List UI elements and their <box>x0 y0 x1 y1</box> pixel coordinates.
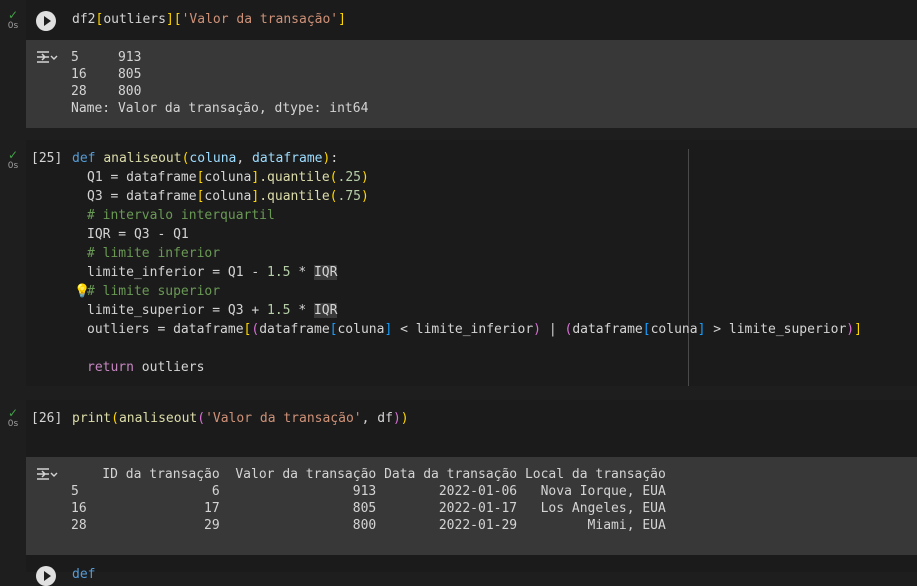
code-comment[interactable]: # limite superior <box>87 282 220 301</box>
output-line: Name: Valor da transação, dtype: int64 <box>71 101 369 116</box>
code-line[interactable]: IQR = Q3 - Q1 <box>87 225 189 244</box>
code-line[interactable]: Q1 = dataframe[coluna].quantile(.25) <box>87 168 369 187</box>
code-line[interactable]: def analiseout(coluna, dataframe): <box>72 149 338 168</box>
exec-time: 0s <box>7 419 19 429</box>
code-line[interactable]: limite_inferior = Q1 - 1.5 * IQR <box>87 263 338 282</box>
code-cell-1[interactable]: df2[outliers]['Valor da transação'] <box>26 0 917 40</box>
cell3-status: ✓ 0s <box>0 407 26 429</box>
output-toggle-icon[interactable] <box>36 467 58 481</box>
output-cell-1: 5 913 16 805 28 800 Name: Valor da trans… <box>26 40 917 128</box>
code-line[interactable]: def <box>72 565 95 584</box>
exec-count: [25] <box>31 151 63 166</box>
code-cell-4[interactable]: def <box>26 555 917 586</box>
success-check-icon: ✓ <box>7 148 19 162</box>
exec-time: 0s <box>7 21 19 31</box>
exec-count: [26] <box>31 411 63 426</box>
code-line[interactable]: Q3 = dataframe[coluna].quantile(.75) <box>87 187 369 206</box>
var-token: outliers <box>103 12 166 27</box>
code-line[interactable]: outliers = dataframe[(dataframe[coluna] … <box>87 320 862 339</box>
code-comment[interactable]: # limite inferior <box>87 244 220 263</box>
success-check-icon: ✓ <box>7 8 19 22</box>
exec-time: 0s <box>7 161 19 171</box>
cell1-status: ✓ 0s <box>0 9 26 31</box>
run-cell-button[interactable] <box>36 566 56 586</box>
cell2-status: ✓ 0s <box>0 149 26 171</box>
output-toggle-icon[interactable] <box>36 50 58 64</box>
output-cell-3: ID da transação Valor da transação Data … <box>26 457 917 555</box>
string-token: 'Valor da transação' <box>181 12 339 27</box>
var-token: df2 <box>72 12 96 27</box>
code-line[interactable]: df2[outliers]['Valor da transação'] <box>72 10 346 29</box>
code-line[interactable]: return outliers <box>87 358 204 377</box>
run-cell-button[interactable] <box>36 11 56 31</box>
code-comment[interactable]: # intervalo interquartil <box>87 206 275 225</box>
code-line[interactable]: print(analiseout('Valor da transação', d… <box>72 409 409 428</box>
code-cell-2[interactable]: [25] def analiseout(coluna, dataframe): … <box>26 140 917 386</box>
success-check-icon: ✓ <box>7 406 19 420</box>
ruler-line <box>688 149 689 386</box>
code-cell-3[interactable]: [26] print(analiseout('Valor da transaçã… <box>26 400 917 457</box>
table-row: 28 29 800 2022-01-29 Miami, EUA <box>71 518 666 533</box>
code-line[interactable]: limite_superior = Q3 + 1.5 * IQR <box>87 301 338 320</box>
